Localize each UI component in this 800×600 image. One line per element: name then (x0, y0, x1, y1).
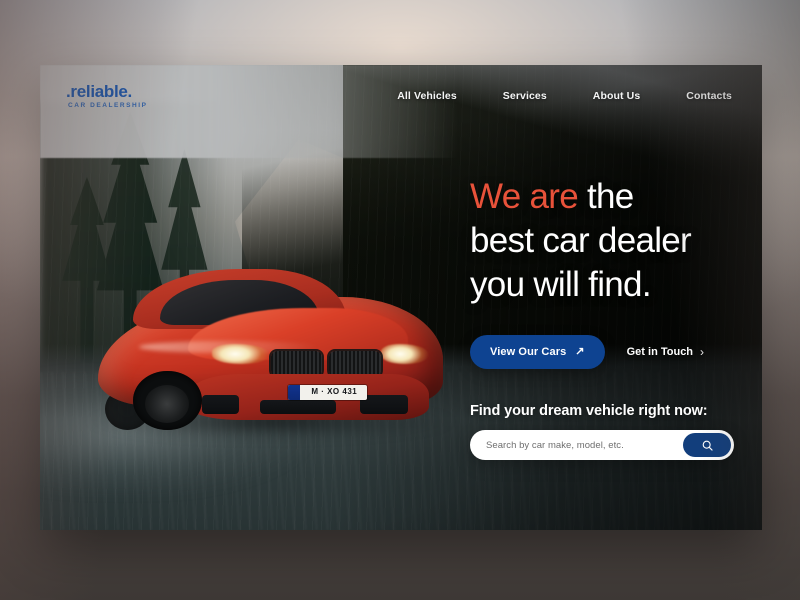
brand-tagline: CAR DEALERSHIP (68, 101, 148, 109)
get-in-touch-label: Get in Touch (626, 346, 694, 359)
hero-headline: We are the best car dealer you will find… (470, 175, 762, 307)
car-air-intake-left (201, 395, 240, 415)
nav-item-services[interactable]: Services (503, 90, 547, 102)
search-bar[interactable] (470, 430, 734, 461)
hero-card: M · XO 431 .reliable. CAR DEALERSHIP All… (40, 65, 762, 530)
headline-line1-rest: the (577, 177, 634, 216)
header-bar: .reliable. CAR DEALERSHIP All Vehicles S… (40, 65, 762, 127)
car-headlight-right (380, 344, 430, 364)
car-license-plate: M · XO 431 (287, 384, 368, 401)
eu-plate-strip (287, 384, 301, 401)
cta-row: View Our Cars ↗ Get in Touch › (470, 335, 762, 370)
hero-copy: We are the best car dealer you will find… (470, 175, 762, 461)
nav-item-contacts[interactable]: Contacts (686, 90, 732, 102)
nav-item-all-vehicles[interactable]: All Vehicles (397, 90, 457, 102)
arrow-up-right-icon: ↗ (575, 345, 585, 358)
headline-line3: you will find. (470, 265, 652, 305)
page-root: M · XO 431 .reliable. CAR DEALERSHIP All… (0, 0, 800, 600)
view-our-cars-label: View Our Cars (490, 346, 567, 359)
get-in-touch-link[interactable]: Get in Touch › (627, 345, 704, 359)
car-air-intake-right (360, 395, 409, 415)
car-photo-bmw-m4: M · XO 431 (84, 255, 457, 441)
view-our-cars-button[interactable]: View Our Cars ↗ (470, 335, 605, 370)
car-front-rim (144, 384, 190, 423)
car-headlight-left (211, 344, 271, 364)
brand-name: .reliable. (66, 81, 132, 101)
search-icon (702, 440, 713, 451)
brand-logo[interactable]: .reliable. CAR DEALERSHIP (66, 83, 147, 110)
headline-line2: best car dealer (470, 221, 692, 261)
search-input[interactable] (484, 438, 683, 452)
headline-accent: We are (470, 177, 579, 216)
chevron-right-icon: › (700, 345, 705, 360)
search-submit-button[interactable] (683, 433, 731, 458)
car-air-intake-center (260, 400, 337, 415)
search-section-label: Find your dream vehicle right now: (470, 403, 708, 420)
main-navigation: All Vehicles Services About Us Contacts (397, 90, 732, 102)
license-plate-text: M · XO 431 (311, 387, 358, 397)
nav-item-about-us[interactable]: About Us (593, 90, 640, 102)
